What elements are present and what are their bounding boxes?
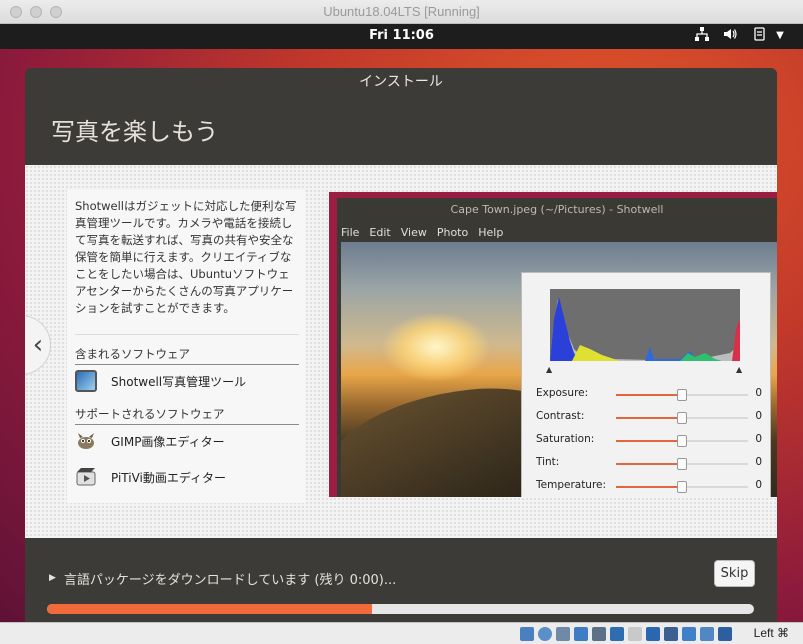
network-adapter-icon[interactable] [574,627,588,641]
virtualbox-status-bar: Left ⌘ [0,622,803,644]
adjust-value: 0 [755,387,762,399]
supported-software-label: サポートされるソフトウェア [75,406,299,425]
adjust-exposure: Exposure: 0 [536,387,762,403]
keyboard-capture-icon[interactable] [718,627,732,641]
host-titlebar: Ubuntu18.04LTS [Running] [0,0,803,24]
adjust-slider[interactable] [616,412,748,424]
histogram-left-marker[interactable]: ▲ [546,365,552,374]
usb-icon[interactable] [592,627,606,641]
menu-photo: Photo [436,226,469,239]
supported-app-gimp: GIMP画像エディター [75,430,225,452]
photo-sun [381,312,491,382]
optical-drive-icon[interactable] [538,627,552,641]
divider [75,334,299,335]
adjust-slider[interactable] [616,458,748,470]
adjust-value: 0 [755,479,762,491]
adjust-panel: ▲ ▲ Exposure: 0 Contrast: 0 Saturation: … [521,272,771,497]
gimp-icon [75,430,97,452]
mouse-integration-icon[interactable] [700,627,714,641]
cape-town-photo: ▲ ▲ Exposure: 0 Contrast: 0 Saturation: … [341,242,777,497]
install-progress-bar [47,604,754,614]
clock[interactable]: Fri 11:06 [0,28,803,43]
slide-description: Shotwellはガジェットに対応した便利な写真管理ツールです。カメラや電話を接… [75,199,297,315]
app-name: PiTiVi動画エディター [111,470,227,485]
adjust-label: Exposure: [536,387,589,399]
supported-app-pitivi: PiTiVi動画エディター [75,466,226,488]
adjust-label: Tint: [536,456,560,468]
ubuntu-top-bar: Fri 11:06 ▼ [0,24,803,49]
adjust-tint: Tint: 0 [536,456,762,472]
menu-edit: Edit [369,226,391,239]
adjust-label: Saturation: [536,433,595,445]
shared-folders-icon[interactable] [610,627,624,641]
histogram [550,289,740,361]
expand-details-icon[interactable]: ▶ [49,573,56,583]
host-window-title: Ubuntu18.04LTS [Running] [323,4,480,19]
installer-window: インストール 写真を楽しもう ‹ › Shotwellはガジェットに対応した便利… [25,68,777,622]
included-software-label: 含まれるソフトウェア [75,346,299,365]
display-icon[interactable] [628,627,642,641]
power-icon[interactable] [750,27,770,45]
hard-disk-icon[interactable] [520,627,534,641]
menu-help: Help [478,226,504,239]
app-name: GIMP画像エディター [111,434,225,449]
volume-icon[interactable] [720,27,740,45]
screenshot-window-title: Cape Town.jpeg (~/Pictures) - Shotwell [450,203,664,216]
slide-text-panel: Shotwellはガジェットに対応した便利な写真管理ツールです。カメラや電話を接… [67,190,305,503]
adjust-temperature: Temperature: 0 [536,479,762,495]
adjust-label: Temperature: [536,479,607,491]
app-name: Shotwell写真管理ツール [111,374,247,389]
host-key-label: Left ⌘ [753,626,789,640]
cpu-icon[interactable] [682,627,696,641]
included-app-shotwell: Shotwell写真管理ツール [75,370,246,392]
installer-window-title: インストール [359,74,443,90]
adjust-value: 0 [755,410,762,422]
network-icon[interactable] [692,27,712,45]
skip-button[interactable]: Skip [714,560,755,587]
adjust-saturation: Saturation: 0 [536,433,762,449]
screenshot-menubar: File Edit View Photo Help [341,226,503,239]
audio-icon[interactable] [556,627,570,641]
chevron-down-icon[interactable]: ▼ [770,30,790,41]
video-capture-icon[interactable] [646,627,660,641]
download-status: ▶ 言語パッケージをダウンロードしています (残り 0:00)... [49,568,396,588]
previous-slide-button[interactable]: ‹ [25,315,51,375]
slideshow-area: ‹ › Shotwellはガジェットに対応した便利な写真管理ツールです。カメラや… [25,165,777,538]
shotwell-icon [75,370,97,392]
pitivi-icon [75,466,97,488]
adjust-slider[interactable] [616,481,748,493]
adjust-contrast: Contrast: 0 [536,410,762,426]
menu-view: View [400,226,427,239]
adjust-slider[interactable] [616,435,748,447]
adjust-value: 0 [755,456,762,468]
adjust-label: Contrast: [536,410,585,422]
shotwell-screenshot: Cape Town.jpeg (~/Pictures) - Shotwell F… [329,192,777,497]
adjust-slider[interactable] [616,389,748,401]
menu-file: File [341,226,360,239]
virtualization-icon[interactable] [664,627,678,641]
status-text: 言語パッケージをダウンロードしています (残り 0:00)... [63,572,397,588]
progress-fill [47,604,373,614]
histogram-right-marker[interactable]: ▲ [736,365,742,374]
adjust-value: 0 [755,433,762,445]
slide-heading: 写真を楽しもう [51,118,219,146]
